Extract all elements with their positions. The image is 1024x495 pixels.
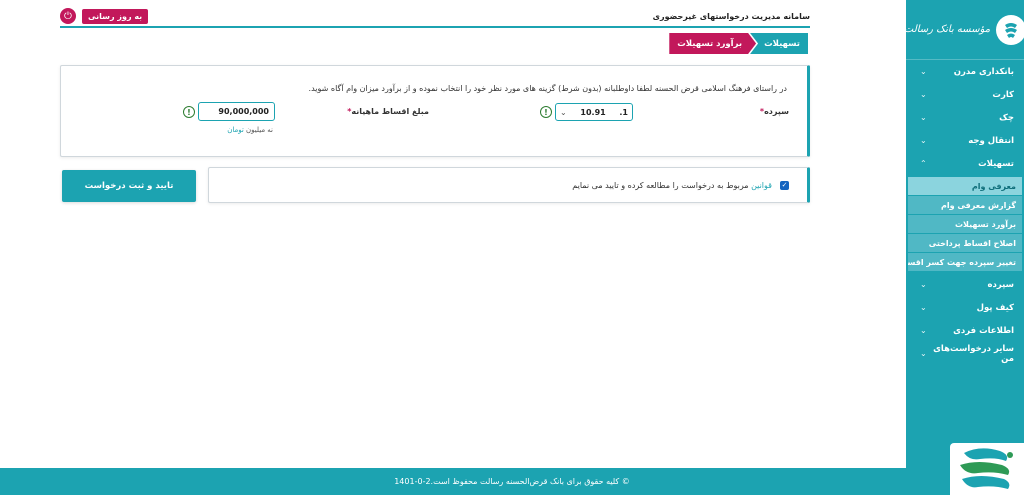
estimate-form-panel: در راستای فرهنگ اسلامی قرض الحسنه لطفا د… — [60, 65, 810, 157]
sidebar-item-card[interactable]: کارت ⌄ — [906, 83, 1024, 106]
info-icon[interactable]: ! — [183, 106, 195, 118]
terms-checkbox[interactable]: ✓ — [780, 180, 789, 190]
chevron-down-icon: ⌄ — [920, 326, 927, 335]
facilities-submenu: معرفی وام گزارش معرفی وام برآورد تسهیلات… — [906, 177, 1024, 271]
terms-link[interactable]: قوانین — [751, 181, 772, 190]
sidebar-item-personal-info[interactable]: اطلاعات فردی ⌄ — [906, 319, 1024, 342]
chevron-down-icon: ⌄ — [920, 349, 927, 358]
sidebar-item-other-requests[interactable]: سایر درخواست‌های من ⌄ — [906, 342, 1024, 365]
chevron-down-icon: ⌄ — [920, 303, 927, 312]
corner-logo-icon — [950, 443, 1024, 495]
sidebar-item-facilities[interactable]: تسهیلات ⌃ — [906, 152, 1024, 175]
breadcrumb: تسهیلات برآورد تسهیلات — [669, 33, 808, 54]
sidebar-menu: بانکداری مدرن ⌄ کارت ⌄ چک ⌄ انتقال وجه ⌄ تسه… — [906, 60, 1024, 365]
sidebar-item-cheque[interactable]: چک ⌄ — [906, 106, 1024, 129]
deposit-suffix: .1 — [619, 107, 628, 117]
terms-text: قوانین مربوط به درخواست را مطالعه کرده و… — [572, 180, 772, 190]
submenu-change-deposit[interactable]: تغییر سپرده جهت کسر اقساط — [908, 253, 1022, 271]
amount-in-words: نه میلیون تومان — [227, 126, 273, 134]
chevron-up-icon: ⌃ — [920, 159, 927, 168]
deposit-value: 10.91 — [580, 107, 606, 117]
submenu-fix-installments[interactable]: اصلاح اقساط پرداختی — [908, 234, 1022, 252]
logo[interactable]: مؤسسه بانک رسالت — [903, 0, 1024, 60]
sidebar-item-modern-banking[interactable]: بانکداری مدرن ⌄ — [906, 60, 1024, 83]
info-icon[interactable]: ! — [540, 106, 552, 118]
power-icon[interactable]: ⏻ — [60, 8, 76, 24]
bank-logo-icon — [996, 14, 1024, 45]
sidebar-item-wallet[interactable]: کیف پول ⌄ — [906, 296, 1024, 319]
footer: © کلیه حقوق برای بانک قرض‌الحسنه رسالت م… — [0, 468, 1024, 495]
refresh-group: ⏻ به روز رسانی — [60, 8, 149, 24]
submenu-loan-introduction[interactable]: معرفی وام — [908, 177, 1022, 195]
terms-box: ✓ قوانین مربوط به درخواست را مطالعه کرده… — [208, 167, 810, 203]
submenu-loan-report[interactable]: گزارش معرفی وام — [908, 196, 1022, 214]
monthly-installment-label: مبلغ اقساط ماهیانه* — [347, 107, 429, 116]
deposit-select[interactable]: ⌄ 10.91 .1 — [555, 103, 633, 121]
deposit-label: سپرده* — [759, 107, 789, 116]
submit-request-button[interactable]: تایید و ثبت درخواست — [62, 170, 196, 202]
chevron-down-icon: ⌄ — [920, 90, 927, 99]
logo-text: مؤسسه بانک رسالت — [903, 24, 991, 35]
chevron-down-icon: ⌄ — [920, 136, 927, 145]
system-title: سامانه مدیریت درخواستهای غیرحضوری — [652, 11, 810, 21]
sidebar-item-transfer[interactable]: انتقال وجه ⌄ — [906, 129, 1024, 152]
sidebar: مؤسسه بانک رسالت بانکداری مدرن ⌄ کارت ⌄ چک… — [903, 0, 1024, 468]
breadcrumb-loan-estimate[interactable]: برآورد تسهیلات — [669, 33, 756, 54]
sidebar-item-deposit[interactable]: سپرده ⌄ — [906, 273, 1024, 296]
chevron-down-icon: ⌄ — [920, 67, 927, 76]
breadcrumb-facilities[interactable]: تسهیلات — [750, 33, 808, 54]
top-header: سامانه مدیریت درخواستهای غیرحضوری ⏻ به ر… — [60, 6, 810, 28]
chevron-down-icon: ⌄ — [920, 280, 927, 289]
refresh-button[interactable]: به روز رسانی — [82, 8, 149, 24]
chevron-down-icon: ⌄ — [920, 113, 927, 122]
chevron-down-icon: ⌄ — [560, 107, 567, 117]
instruction-text: در راستای فرهنگ اسلامی قرض الحسنه لطفا د… — [308, 84, 787, 93]
submenu-loan-estimate[interactable]: برآورد تسهیلات — [908, 215, 1022, 233]
monthly-installment-input[interactable]: 90,000,000 — [198, 102, 275, 121]
copyright-text: © کلیه حقوق برای بانک قرض‌الحسنه رسالت م… — [394, 477, 630, 486]
